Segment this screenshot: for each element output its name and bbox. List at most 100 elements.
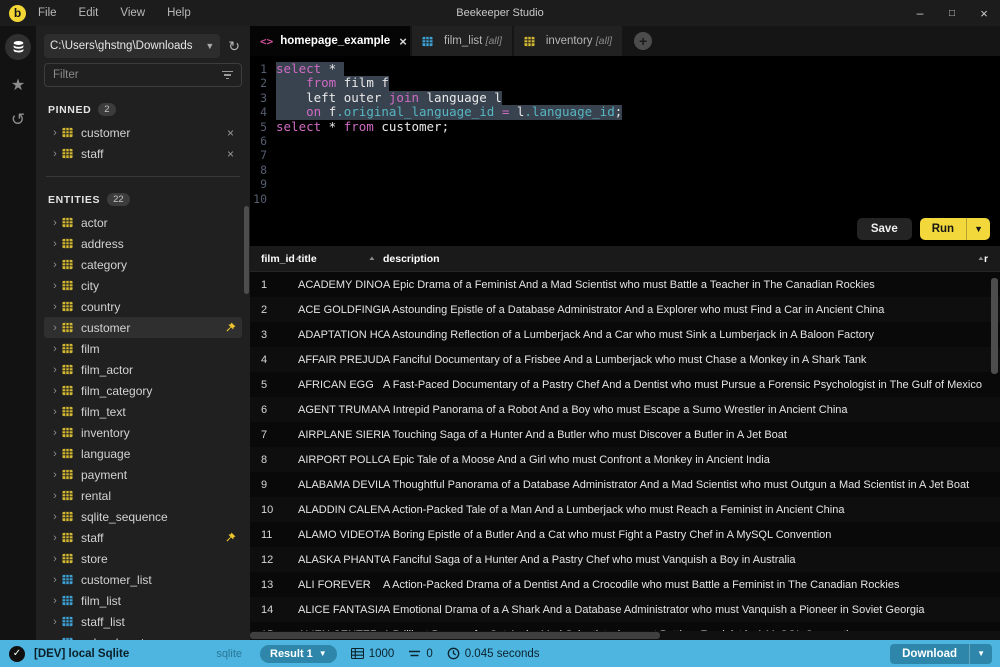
run-button[interactable]: Run ▼ (920, 218, 990, 240)
entity-item-category[interactable]: › category (44, 254, 242, 275)
table-row[interactable]: 15 ALIEN CENTER A Brilliant Drama of a C… (250, 622, 1000, 631)
table-row[interactable]: 7 AIRPLANE SIERRA A Touching Saga of a H… (250, 422, 1000, 447)
column-header-partial[interactable]: r (984, 253, 1000, 265)
column-header-film-id[interactable]: film_id▲ (250, 253, 298, 265)
entity-item-staff_list[interactable]: › staff_list (44, 611, 242, 632)
line-number: 10 (250, 192, 276, 206)
table-icon (62, 511, 77, 522)
table-row[interactable]: 4 AFFAIR PREJUDICE A Fanciful Documentar… (250, 347, 1000, 372)
menu-file[interactable]: File (38, 7, 57, 19)
table-row[interactable]: 11 ALAMO VIDEOTAPE A Boring Epistle of a… (250, 522, 1000, 547)
entity-item-customer[interactable]: › customer (44, 317, 242, 338)
chevron-right-icon[interactable]: › (48, 532, 62, 544)
favorites-icon[interactable]: ★ (11, 78, 25, 94)
table-row[interactable]: 1 ACADEMY DINOSAUR A Epic Drama of a Fem… (250, 272, 1000, 297)
table-row[interactable]: 5 AFRICAN EGG A Fast-Paced Documentary o… (250, 372, 1000, 397)
table-row[interactable]: 3 ADAPTATION HOLES A Astounding Reflecti… (250, 322, 1000, 347)
entity-item-sqlite_sequence[interactable]: › sqlite_sequence (44, 506, 242, 527)
chevron-right-icon[interactable]: › (48, 301, 62, 313)
entity-item-sales_by_store[interactable]: › sales_by_store (44, 632, 242, 640)
entity-item-store[interactable]: › store (44, 548, 242, 569)
history-icon[interactable]: ↺ (11, 112, 25, 128)
sql-editor[interactable]: 1 select * 2 from film f 3 left outer jo… (250, 56, 1000, 246)
pinned-item-staff[interactable]: › staff × (44, 143, 242, 164)
chevron-right-icon[interactable]: › (48, 280, 62, 292)
entity-item-city[interactable]: › city (44, 275, 242, 296)
column-header-description[interactable]: description▲ (383, 253, 984, 265)
chevron-right-icon[interactable]: › (48, 490, 62, 502)
chevron-right-icon[interactable]: › (48, 406, 62, 418)
download-caret-icon[interactable]: ▼ (969, 644, 992, 664)
entity-item-country[interactable]: › country (44, 296, 242, 317)
chevron-right-icon[interactable]: › (48, 553, 62, 565)
maximize-button[interactable]: □ (936, 8, 968, 19)
pinned-item-customer[interactable]: › customer × (44, 122, 242, 143)
filter-input[interactable]: Filter (44, 63, 242, 87)
pin-icon[interactable] (225, 532, 236, 543)
entity-item-staff[interactable]: › staff (44, 527, 242, 548)
chevron-right-icon[interactable]: › (48, 238, 62, 250)
table-row[interactable]: 6 AGENT TRUMAN A Intrepid Panorama of a … (250, 397, 1000, 422)
unpin-close-icon[interactable]: × (223, 126, 238, 140)
entity-item-actor[interactable]: › actor (44, 212, 242, 233)
chevron-right-icon[interactable]: › (48, 469, 62, 481)
minimize-button[interactable]: – (904, 6, 936, 20)
chevron-right-icon[interactable]: › (48, 217, 62, 229)
entity-item-payment[interactable]: › payment (44, 464, 242, 485)
chevron-right-icon[interactable]: › (48, 385, 62, 397)
table-row[interactable]: 8 AIRPORT POLLOCK A Epic Tale of a Moose… (250, 447, 1000, 472)
entity-item-film_text[interactable]: › film_text (44, 401, 242, 422)
download-button[interactable]: Download ▼ (890, 644, 992, 664)
chevron-right-icon[interactable]: › (48, 343, 62, 355)
chevron-right-icon[interactable]: › (48, 427, 62, 439)
table-row[interactable]: 9 ALABAMA DEVIL A Thoughtful Panorama of… (250, 472, 1000, 497)
chevron-right-icon[interactable]: › (48, 511, 62, 523)
chevron-right-icon[interactable]: › (48, 322, 62, 334)
entity-item-rental[interactable]: › rental (44, 485, 242, 506)
sidebar-scrollbar[interactable] (244, 206, 249, 294)
menu-view[interactable]: View (120, 7, 145, 19)
column-header-title[interactable]: title▲ (298, 253, 383, 265)
entity-item-film_list[interactable]: › film_list (44, 590, 242, 611)
tab-homepage_example[interactable]: <> homepage_example × (250, 26, 410, 56)
table-row[interactable]: 14 ALICE FANTASIA A Emotional Drama of a… (250, 597, 1000, 622)
chevron-right-icon[interactable]: › (48, 127, 62, 139)
chevron-right-icon[interactable]: › (48, 595, 62, 607)
chevron-right-icon[interactable]: › (48, 259, 62, 271)
refresh-icon[interactable]: ↻ (226, 38, 242, 55)
tab-inventory[interactable]: inventory [all] (514, 26, 622, 56)
entity-item-customer_list[interactable]: › customer_list (44, 569, 242, 590)
menu-edit[interactable]: Edit (79, 7, 99, 19)
result-selector[interactable]: Result 1 ▼ (260, 645, 337, 663)
tab-close-icon[interactable]: × (399, 34, 407, 49)
menu-help[interactable]: Help (167, 7, 191, 19)
table-row[interactable]: 12 ALASKA PHANTOM A Fanciful Saga of a H… (250, 547, 1000, 572)
entity-item-film[interactable]: › film (44, 338, 242, 359)
new-tab-button[interactable]: + (634, 32, 652, 50)
entity-item-inventory[interactable]: › inventory (44, 422, 242, 443)
pin-icon[interactable] (225, 322, 236, 333)
entity-item-address[interactable]: › address (44, 233, 242, 254)
close-button[interactable]: × (968, 6, 1000, 21)
run-dropdown-caret-icon[interactable]: ▼ (966, 218, 990, 240)
grid-vertical-scrollbar[interactable] (991, 278, 998, 374)
connection-dropdown[interactable]: C:\Users\ghstng\Downloads ▼ (44, 34, 220, 58)
chevron-right-icon[interactable]: › (48, 364, 62, 376)
entity-item-film_category[interactable]: › film_category (44, 380, 242, 401)
run-button-label[interactable]: Run (920, 218, 966, 240)
chevron-right-icon[interactable]: › (48, 448, 62, 460)
chevron-right-icon[interactable]: › (48, 616, 62, 628)
tab-film_list[interactable]: film_list [all] (412, 26, 512, 56)
scrollbar-thumb[interactable] (250, 632, 660, 639)
chevron-right-icon[interactable]: › (48, 148, 62, 160)
save-button[interactable]: Save (857, 218, 912, 240)
entity-item-film_actor[interactable]: › film_actor (44, 359, 242, 380)
grid-horizontal-scrollbar[interactable] (250, 631, 1000, 640)
chevron-right-icon[interactable]: › (48, 574, 62, 586)
entity-item-language[interactable]: › language (44, 443, 242, 464)
database-icon[interactable] (5, 34, 31, 60)
table-row[interactable]: 2 ACE GOLDFINGER A Astounding Epistle of… (250, 297, 1000, 322)
table-row[interactable]: 13 ALI FOREVER A Action-Packed Drama of … (250, 572, 1000, 597)
table-row[interactable]: 10 ALADDIN CALENDAR A Action-Packed Tale… (250, 497, 1000, 522)
unpin-close-icon[interactable]: × (223, 147, 238, 161)
